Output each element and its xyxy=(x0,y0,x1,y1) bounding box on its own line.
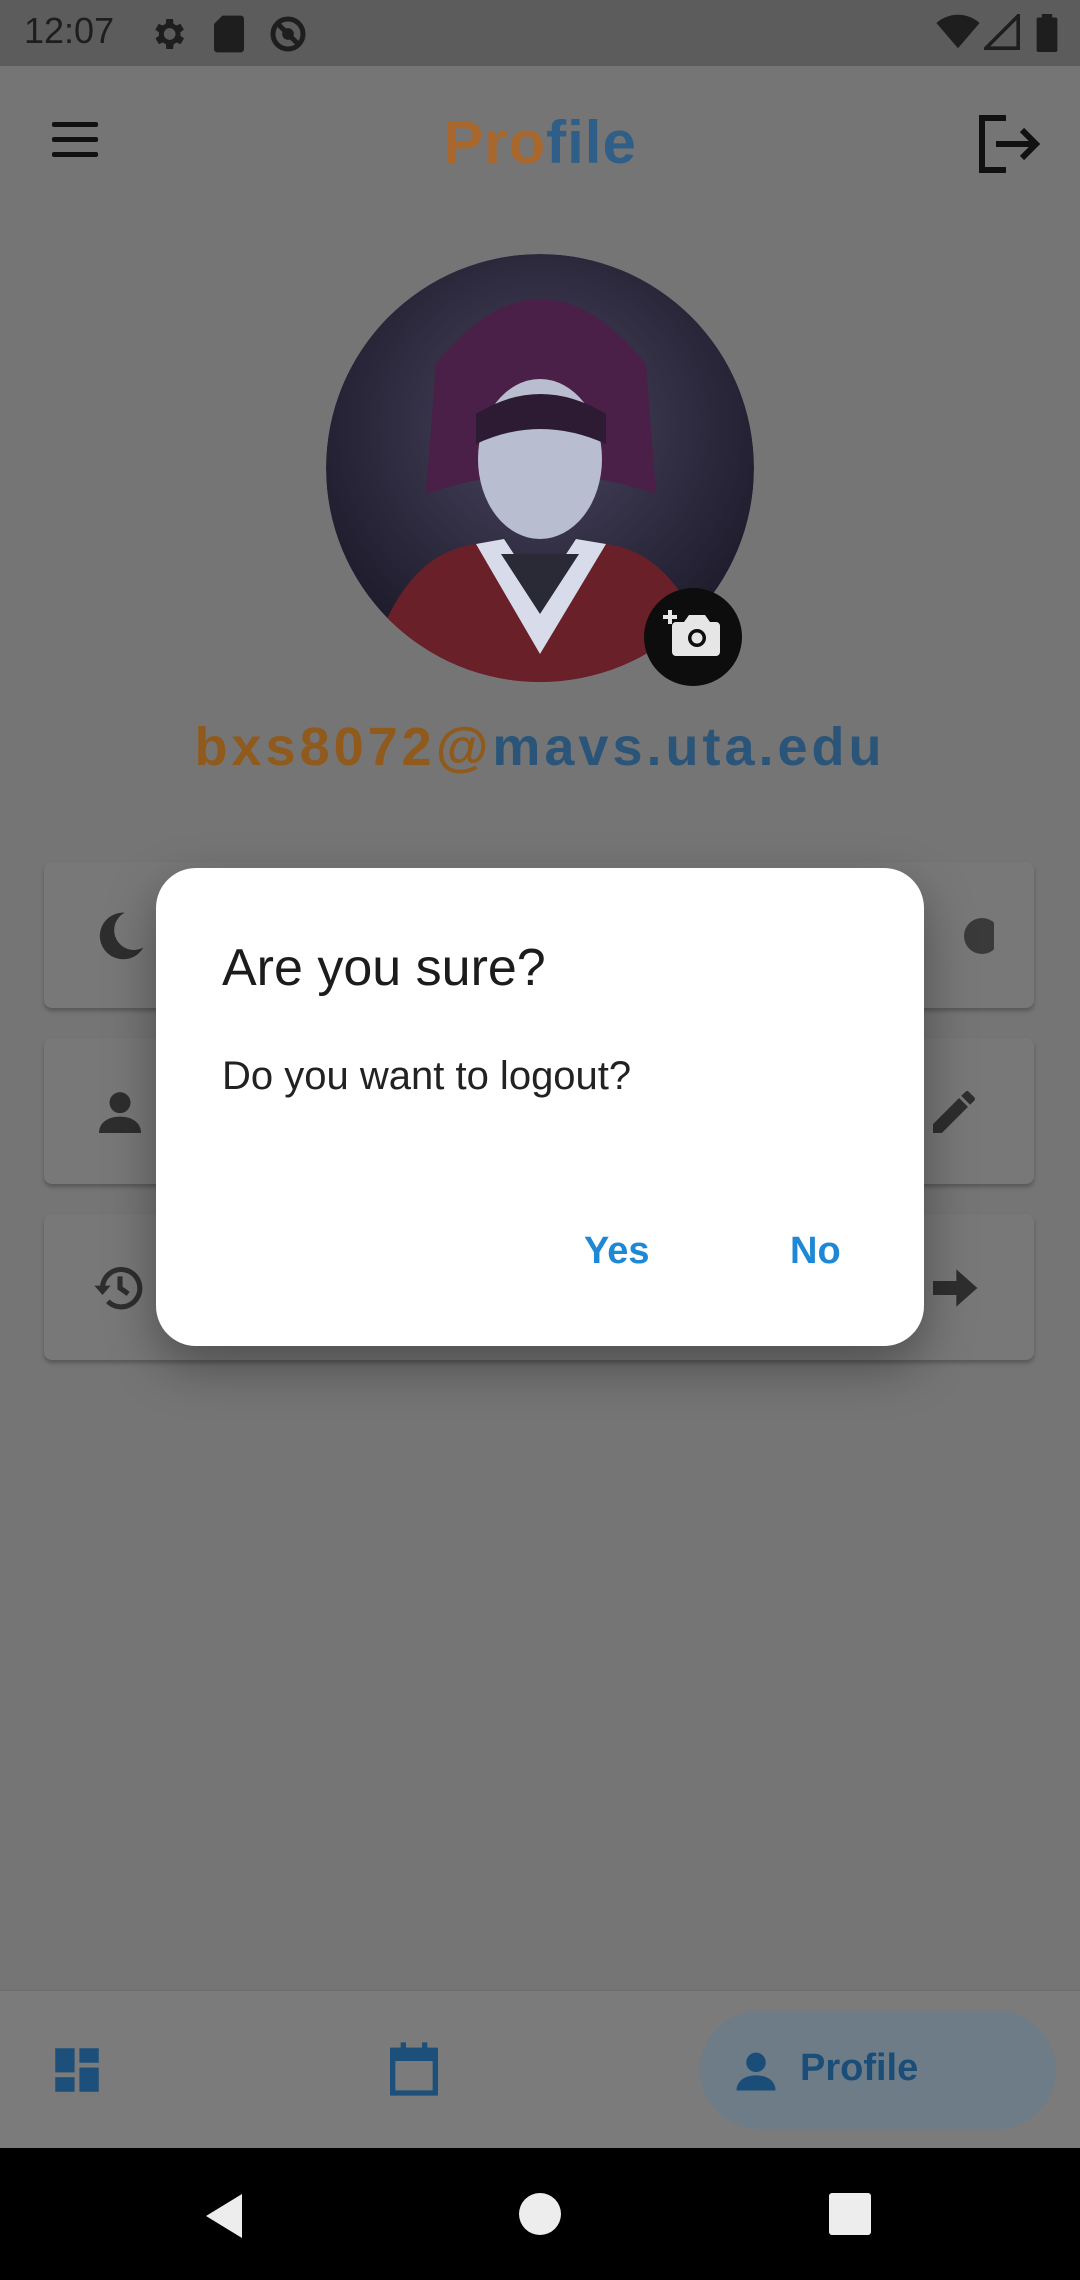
arrow-right-icon[interactable] xyxy=(926,1260,982,1316)
top-app-bar: Profile xyxy=(0,66,1080,216)
recents-icon[interactable] xyxy=(828,2192,872,2236)
nav-item-profile-label: Profile xyxy=(800,2047,919,2089)
no-location-icon xyxy=(270,16,306,52)
gear-icon xyxy=(155,19,184,49)
edit-icon[interactable] xyxy=(926,1084,982,1140)
history-icon xyxy=(94,1266,143,1310)
yes-button[interactable]: Yes xyxy=(584,1230,650,1273)
avatar-container xyxy=(326,254,754,686)
moon-icon xyxy=(99,912,144,960)
status-bar: 12:07 xyxy=(0,0,1080,66)
bottom-navigation: Profile xyxy=(0,1990,1080,2149)
toggle-switch[interactable] xyxy=(914,908,994,964)
system-navigation-bar xyxy=(0,2148,1080,2280)
add-photo-icon xyxy=(663,610,720,656)
sd-card-icon xyxy=(214,15,244,53)
home-icon[interactable] xyxy=(518,2192,562,2236)
back-icon[interactable] xyxy=(202,2190,248,2242)
nav-item-profile[interactable]: Profile xyxy=(700,2011,1056,2129)
logout-confirm-dialog: Are you sure? Do you want to logout? Yes… xyxy=(156,868,924,1346)
dashboard-icon[interactable] xyxy=(48,2041,106,2099)
signal-icon xyxy=(984,14,1020,50)
profile-email-part2: mavs.uta.edu xyxy=(492,717,886,777)
no-button[interactable]: No xyxy=(790,1230,841,1273)
page-title-part2: file xyxy=(546,109,637,176)
person-icon xyxy=(736,2052,776,2091)
dialog-message: Do you want to logout? xyxy=(222,1054,632,1098)
change-photo-button[interactable] xyxy=(644,588,742,686)
page-title: Profile xyxy=(0,108,1080,177)
logout-icon[interactable] xyxy=(978,114,1042,174)
dialog-title: Are you sure? xyxy=(222,939,546,997)
calendar-icon[interactable] xyxy=(382,2037,446,2101)
status-time: 12:07 xyxy=(24,10,115,51)
profile-email: bxs8072@mavs.uta.edu xyxy=(0,716,1080,778)
battery-icon xyxy=(1036,14,1058,52)
person-icon xyxy=(99,1092,141,1133)
profile-email-part1: bxs8072@ xyxy=(194,717,493,777)
wifi-icon xyxy=(936,14,980,49)
page-title-part1: Pro xyxy=(443,109,547,176)
